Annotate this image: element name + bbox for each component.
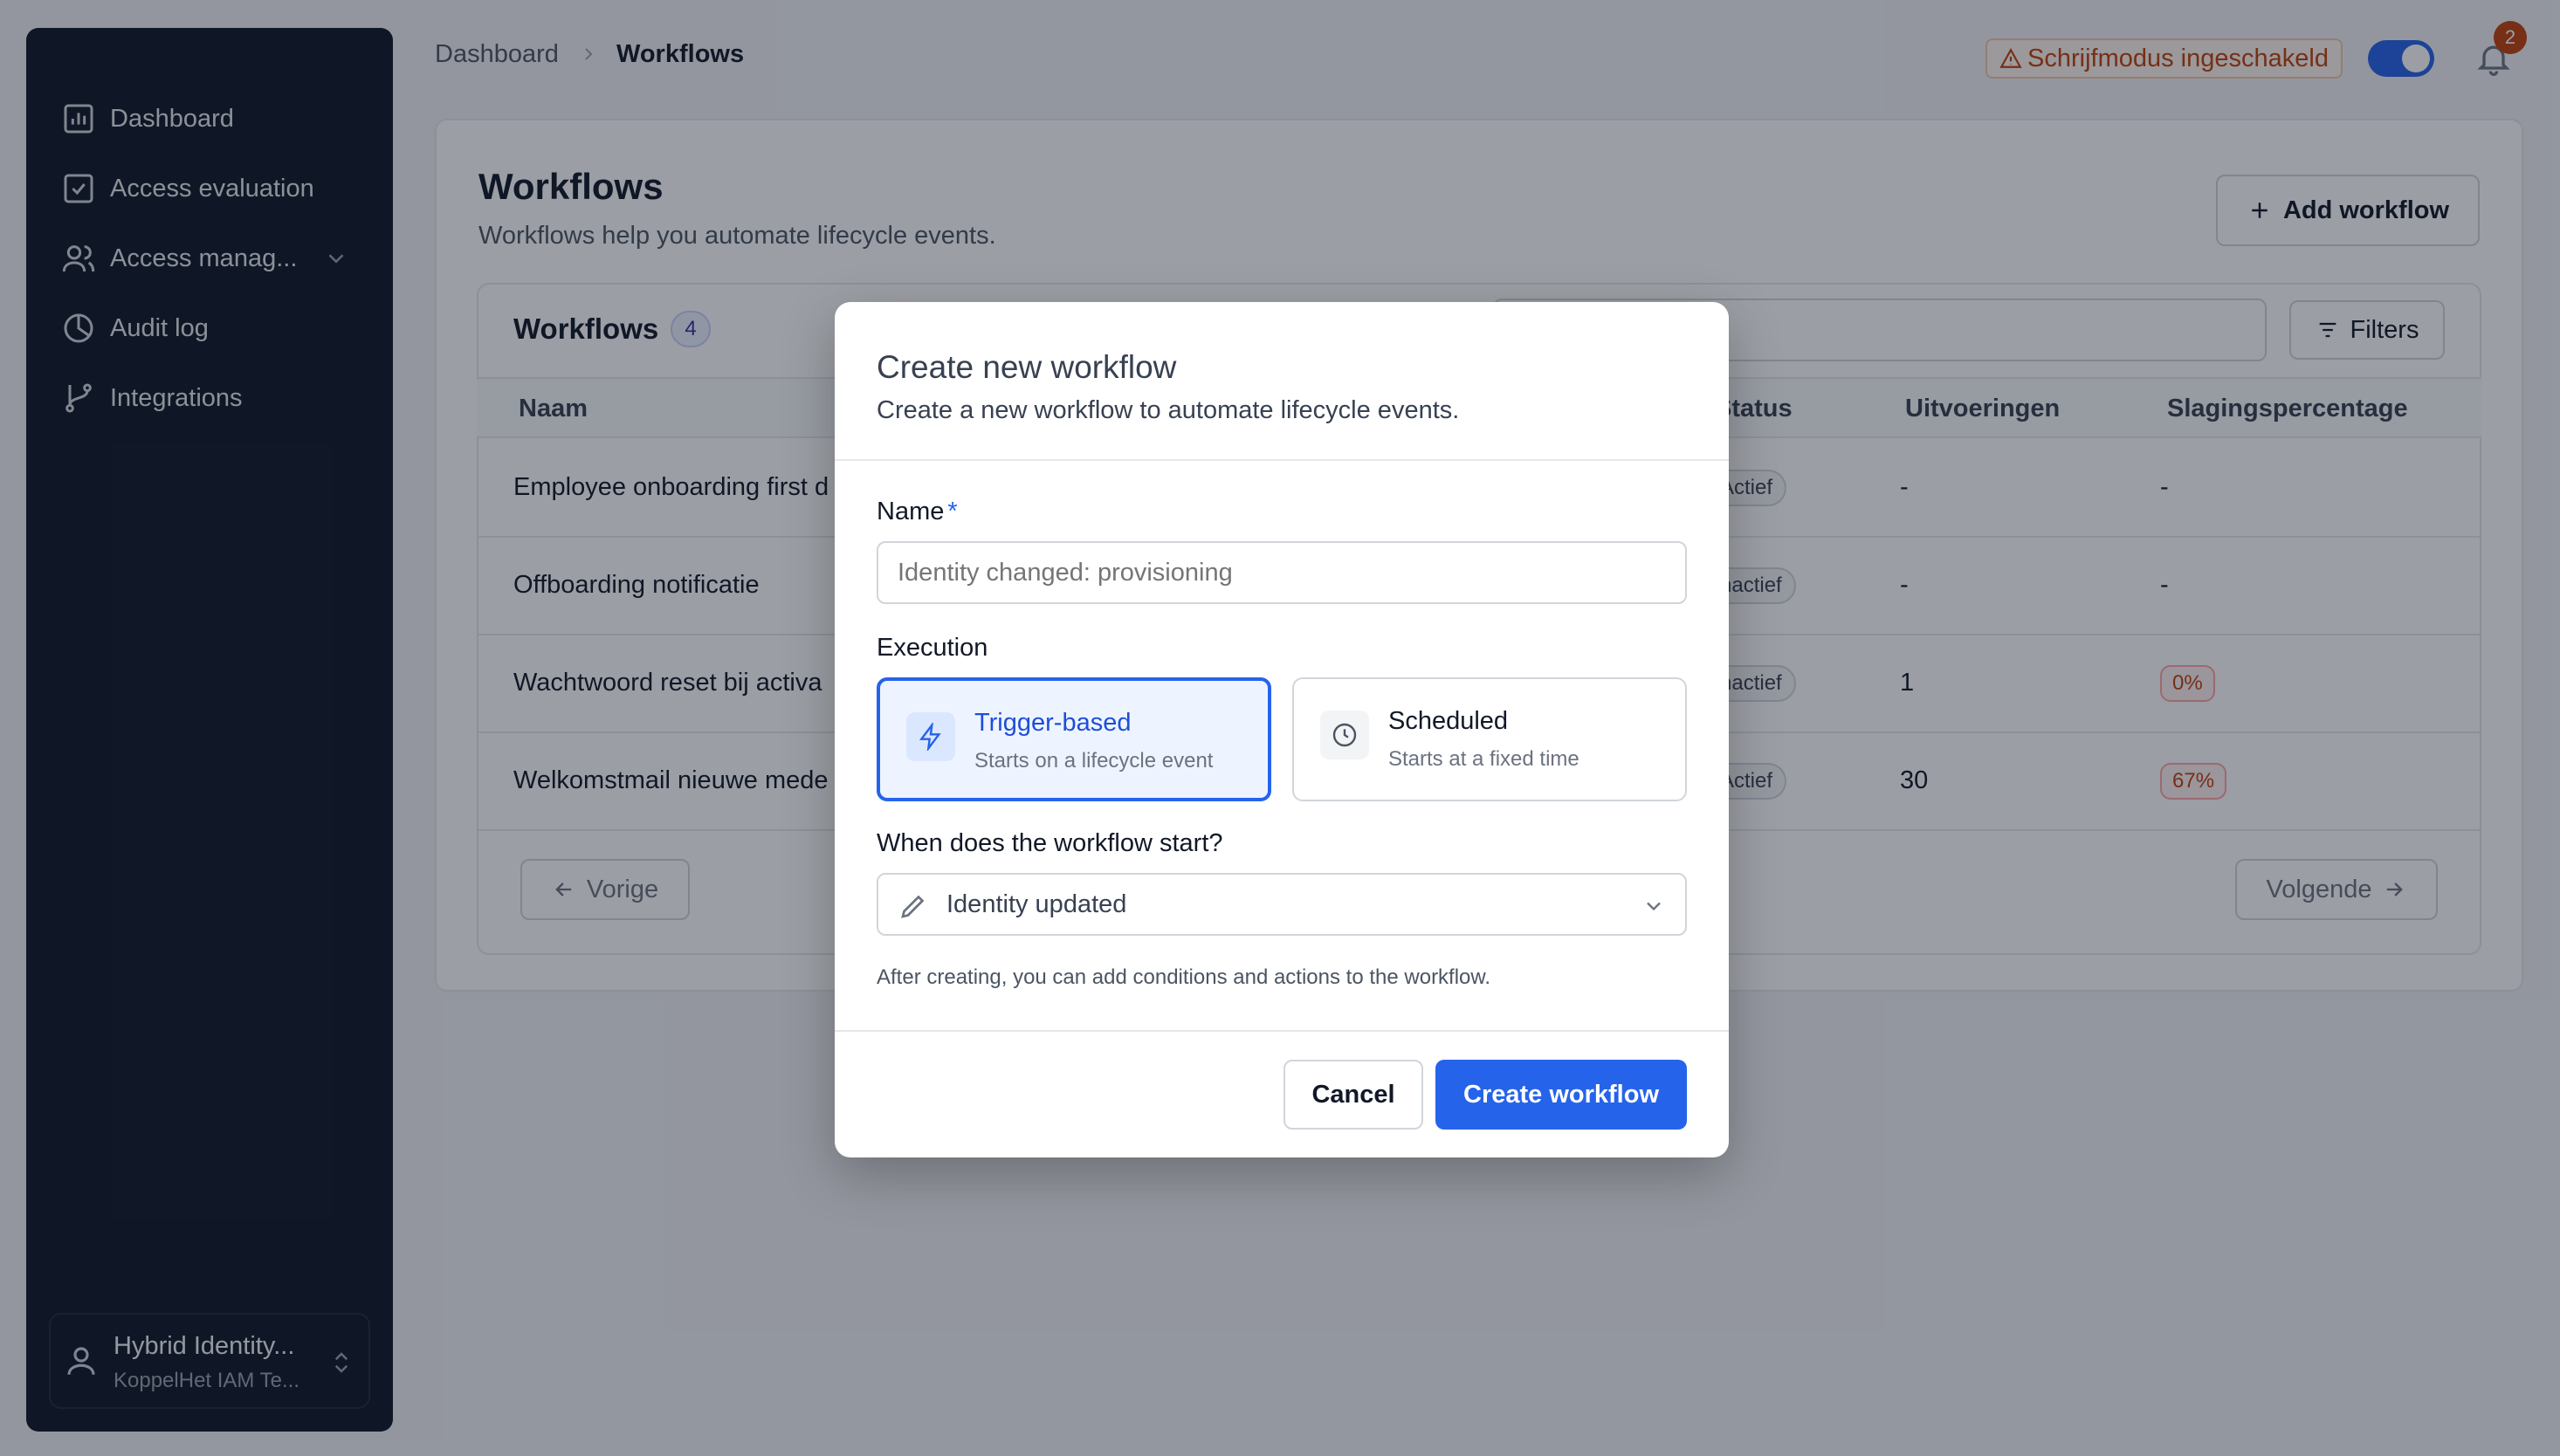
dialog-divider [835,1030,1729,1032]
option-title: Scheduled [1388,707,1509,735]
create-workflow-button[interactable]: Create workflow [1435,1060,1687,1130]
pencil-icon [898,890,929,922]
dialog-hint: After creating, you can add conditions a… [877,965,1491,989]
trigger-select-value: Identity updated [946,890,1127,918]
lightning-icon [906,712,955,761]
option-title: Trigger-based [974,709,1132,737]
trigger-based-option[interactable]: Trigger-based Starts on a lifecycle even… [877,677,1271,801]
trigger-select[interactable]: Identity updated [877,873,1687,936]
create-workflow-dialog: Create new workflow Create a new workflo… [835,302,1729,1157]
option-description: Starts on a lifecycle event [974,749,1214,773]
workflow-name-field[interactable] [877,541,1687,604]
chevron-down-icon [1641,894,1666,918]
dialog-divider [835,459,1729,461]
cancel-button[interactable]: Cancel [1283,1060,1423,1130]
required-marker: * [947,498,958,525]
scheduled-option[interactable]: Scheduled Starts at a fixed time [1292,677,1687,801]
start-label: When does the workflow start? [877,829,1223,857]
name-label: Name * [877,498,958,525]
clock-icon [1320,711,1369,759]
dialog-title: Create new workflow [877,349,1177,385]
option-description: Starts at a fixed time [1388,747,1579,771]
execution-label: Execution [877,634,988,662]
dialog-subtitle: Create a new workflow to automate lifecy… [877,396,1460,424]
